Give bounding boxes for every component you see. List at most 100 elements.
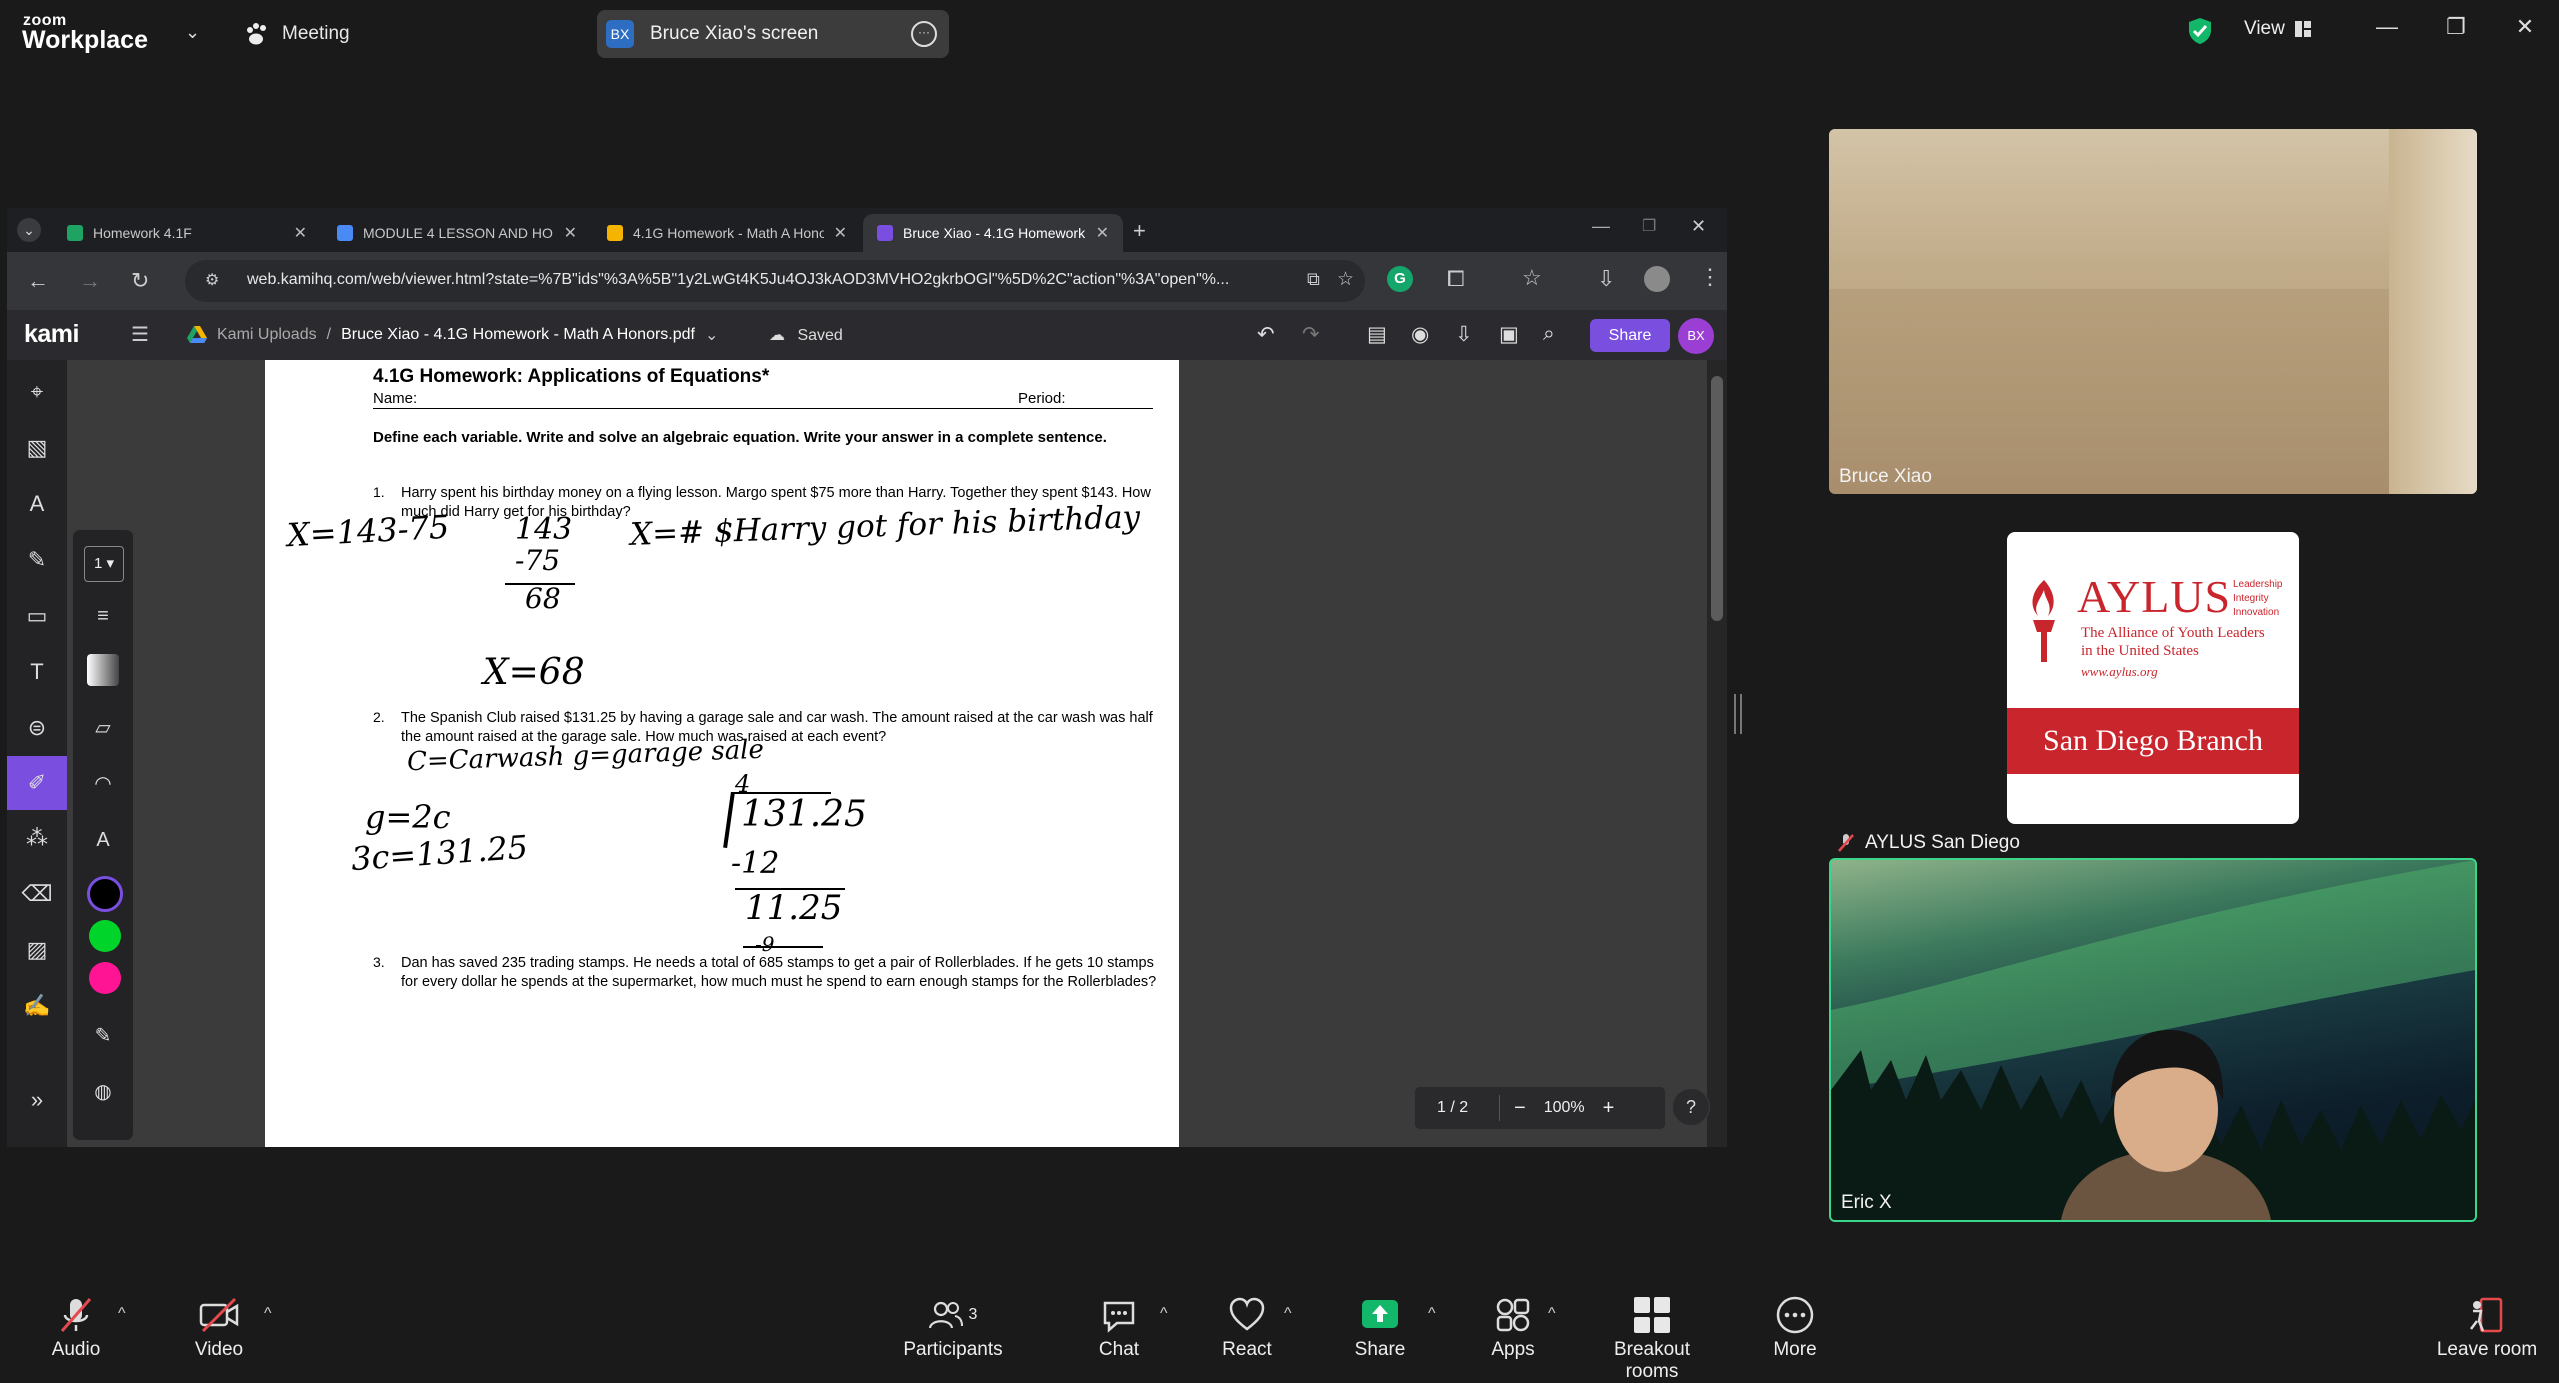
view-button[interactable]: View (2244, 18, 2311, 40)
browser-tab-1[interactable]: Homework 4.1F ✕ (53, 214, 321, 252)
site-settings-icon[interactable]: ⚙ (205, 270, 219, 290)
participants-button[interactable]: 3 Participants (903, 1295, 1003, 1361)
kami-share-button[interactable]: Share (1590, 319, 1670, 352)
pdf-scrollbar[interactable] (1707, 360, 1727, 1147)
react-button[interactable]: React (1219, 1295, 1275, 1361)
tab-close-icon[interactable]: ✕ (834, 223, 847, 243)
back-icon[interactable]: ← (27, 268, 49, 294)
reload-icon[interactable]: ↻ (131, 268, 149, 294)
bookmarks-icon[interactable]: ☆ (1522, 265, 1542, 291)
zoom-out-icon[interactable]: − (1514, 1097, 1526, 1120)
video-tile-aylus[interactable]: AYLUS Leadership Integrity Innovation Th… (1829, 508, 2477, 860)
browser-tab-3[interactable]: 4.1G Homework - Math A Hono ✕ (593, 214, 861, 252)
restore-icon[interactable]: ❐ (2436, 14, 2476, 40)
image-tool-icon[interactable]: ▨ (21, 934, 53, 966)
grammarly-extension-icon[interactable]: G (1387, 266, 1413, 292)
document-info-icon[interactable]: ▤ (1367, 322, 1387, 347)
expand-toolbar-icon[interactable]: » (21, 1084, 53, 1116)
font-style-icon[interactable]: A (87, 824, 119, 856)
help-button[interactable]: ? (1672, 1088, 1710, 1126)
extensions-puzzle-icon[interactable]: ⧠ (1447, 266, 1465, 292)
text-to-speech-icon[interactable]: A (21, 488, 53, 520)
tab-close-icon[interactable]: ✕ (1096, 223, 1109, 243)
new-tab-icon[interactable]: + (1133, 218, 1146, 244)
kami-user-avatar[interactable]: BX (1678, 318, 1714, 354)
stroke-size-select[interactable]: 1 ▾ (84, 546, 124, 582)
chat-button[interactable]: Chat (1094, 1295, 1144, 1361)
browser-tab-4-active[interactable]: Bruce Xiao - 4.1G Homework - ✕ (863, 214, 1123, 252)
video-options-caret[interactable]: ^ (264, 1305, 272, 1323)
window-close-icon[interactable]: ✕ (1691, 216, 1706, 237)
encryption-shield-icon[interactable] (2187, 17, 2213, 45)
color-black-swatch[interactable] (87, 876, 123, 912)
screen-share-pill[interactable]: BX Bruce Xiao's screen ··· (597, 10, 949, 58)
omnibox[interactable]: ⚙ web.kamihq.com/web/viewer.html?state=%… (185, 260, 1365, 302)
more-options-icon[interactable]: ··· (911, 21, 937, 47)
scrollbar-thumb[interactable] (1711, 376, 1723, 621)
meeting-menu-button[interactable]: Meeting (244, 18, 350, 50)
zoom-in-icon[interactable]: + (1603, 1097, 1615, 1120)
react-options-caret[interactable]: ^ (1284, 1305, 1292, 1323)
share-screen-button[interactable]: Share (1352, 1295, 1408, 1361)
signature-icon[interactable]: ✍ (21, 990, 53, 1022)
profile-avatar[interactable] (1644, 266, 1670, 292)
breadcrumb-file[interactable]: Bruce Xiao - 4.1G Homework - Math A Hono… (341, 326, 695, 344)
palette-icon[interactable]: ◍ (87, 1076, 119, 1108)
color-green-swatch[interactable] (89, 920, 121, 952)
search-icon[interactable]: ⌕ (1543, 322, 1555, 346)
minimize-icon[interactable]: — (2367, 14, 2407, 40)
document-list-icon[interactable]: ☰ (131, 322, 149, 347)
line-style-icon[interactable]: ≡ (87, 600, 119, 632)
comment-icon[interactable]: ▭ (21, 600, 53, 632)
chevron-down-icon[interactable]: ⌄ (705, 325, 718, 345)
browser-menu-icon[interactable]: ⋮ (1699, 264, 1721, 290)
install-app-icon[interactable]: ⧉ (1307, 269, 1320, 290)
select-tool-icon[interactable]: ⌖ (21, 376, 53, 408)
chevron-down-icon[interactable]: ⌄ (185, 22, 200, 43)
video-tile-eric-active-speaker[interactable]: Eric X (1829, 858, 2477, 1222)
tab-close-icon[interactable]: ✕ (294, 223, 307, 243)
audio-button[interactable]: Audio (46, 1295, 106, 1361)
breadcrumb-root[interactable]: Kami Uploads (217, 326, 317, 344)
more-button[interactable]: More (1769, 1295, 1821, 1361)
share-options-caret[interactable]: ^ (1428, 1305, 1436, 1323)
text-tool-icon[interactable]: T (21, 656, 53, 688)
chat-options-caret[interactable]: ^ (1160, 1305, 1168, 1323)
redo-icon[interactable]: ↷ (1302, 322, 1320, 347)
eyedropper-icon[interactable]: ✎ (87, 1020, 119, 1052)
assignment-icon[interactable]: ▣ (1499, 322, 1519, 347)
video-button[interactable]: Video (189, 1295, 249, 1361)
audio-options-caret[interactable]: ^ (118, 1305, 126, 1323)
bookmark-star-icon[interactable]: ☆ (1337, 268, 1354, 291)
zoom-level[interactable]: 100% (1544, 1099, 1585, 1117)
drawing-tool-icon[interactable]: ✐ (7, 756, 67, 810)
window-restore-icon[interactable]: ❐ (1642, 216, 1656, 236)
eraser-icon[interactable]: ⌫ (21, 878, 53, 910)
kami-logo[interactable]: kami (24, 320, 79, 349)
kami-download-icon[interactable]: ⇩ (1455, 322, 1473, 347)
close-icon[interactable]: ✕ (2505, 14, 2545, 40)
opacity-icon[interactable] (87, 654, 119, 686)
leave-room-button[interactable]: Leave room (2435, 1295, 2539, 1361)
view-mode-eye-icon[interactable]: ◉ (1411, 322, 1429, 347)
tab-close-icon[interactable]: ✕ (564, 223, 577, 243)
page-indicator[interactable]: 1 / 2 (1437, 1099, 1487, 1117)
shapes-icon[interactable]: ⁂ (21, 822, 53, 854)
forward-icon[interactable]: → (79, 268, 101, 294)
undo-icon[interactable]: ↶ (1257, 322, 1275, 347)
browser-tab-2[interactable]: MODULE 4 LESSON AND HOME ✕ (323, 214, 591, 252)
window-minimize-icon[interactable]: — (1592, 216, 1610, 237)
url-text[interactable]: web.kamihq.com/web/viewer.html?state=%7B… (247, 271, 1297, 289)
media-tool-icon[interactable]: ▧ (21, 432, 53, 464)
equation-icon[interactable]: ⊜ (21, 712, 53, 744)
apps-button[interactable]: Apps (1488, 1295, 1538, 1361)
split-view-handle[interactable] (1734, 694, 1742, 734)
video-tile-bruce[interactable]: Bruce Xiao (1829, 129, 2477, 494)
download-icon[interactable]: ⇩ (1597, 266, 1615, 292)
ruler-icon[interactable]: ▱ (87, 712, 119, 744)
apps-options-caret[interactable]: ^ (1548, 1305, 1556, 1323)
highlighter-icon[interactable]: ✎ (21, 544, 53, 576)
protractor-icon[interactable]: ◠ (87, 768, 119, 800)
tab-search-icon[interactable]: ⌄ (17, 218, 41, 242)
color-pink-swatch[interactable] (89, 962, 121, 994)
